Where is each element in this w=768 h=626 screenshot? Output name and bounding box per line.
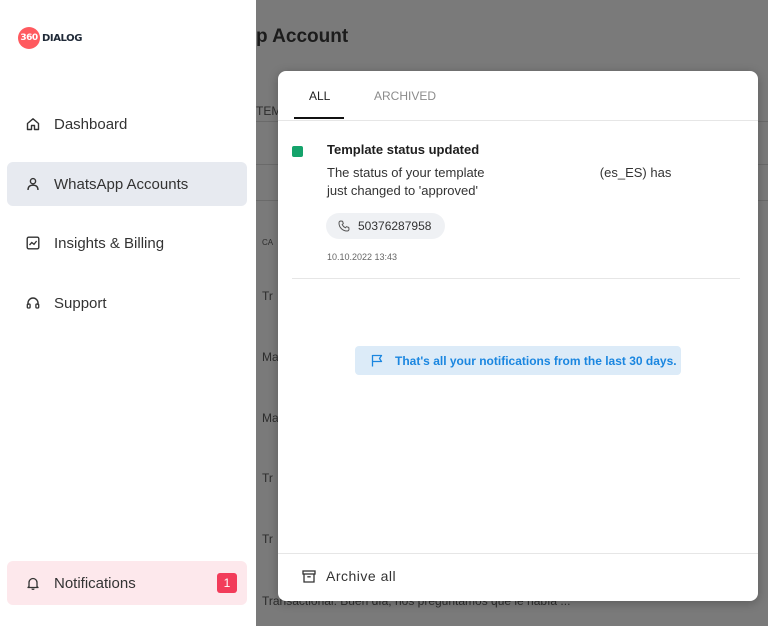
tab-archived[interactable]: ARCHIVED [374,89,436,103]
notification-body-end: just changed to 'approved' [327,183,478,198]
phone-number: 50376287958 [358,219,432,233]
archive-all-button[interactable]: Archive all [302,568,396,584]
notification-title: Template status updated [327,142,480,157]
notification-timestamp: 10.10.2022 13:43 [327,252,398,262]
info-banner: That's all your notifications from the l… [355,346,681,375]
sidebar-item-insights-billing[interactable]: Insights & Billing [7,221,247,265]
notification-count-badge: 1 [217,573,237,593]
chart-icon [25,235,41,251]
status-indicator [292,146,303,157]
logo-badge: 360 [18,27,40,49]
table-row: Tr [262,471,273,485]
sidebar-item-label: WhatsApp Accounts [54,175,189,193]
user-icon [25,176,41,192]
phone-icon [338,220,350,232]
phone-number-chip[interactable]: 50376287958 [326,213,446,239]
table-row: Ma [262,411,279,425]
flag-icon [371,354,383,367]
headset-icon [25,295,41,311]
divider [292,278,740,279]
sidebar-item-notifications[interactable]: Notifications 1 [7,561,247,605]
sidebar-item-label: Dashboard [54,115,128,133]
sidebar-item-label: Support [54,294,107,312]
notification-body: The status of your template (es_ES) has … [327,164,697,200]
sidebar-item-label: Insights & Billing [54,234,165,252]
table-row: Ma [262,350,279,364]
logo-text: DIALOG [42,32,83,44]
notification-body-start: The status of your template [327,165,485,180]
home-icon [25,116,41,132]
tab-all[interactable]: ALL [309,89,330,103]
notifications-tabs: ALL ARCHIVED [278,71,758,121]
logo[interactable]: 360 DIALOG [18,27,82,49]
notification-body-locale: (es_ES) has [599,165,672,180]
table-row: Tr [262,532,273,546]
sidebar-item-label: Notifications [54,574,136,592]
active-tab-indicator [294,117,344,119]
sidebar: 360 DIALOG Dashboard WhatsApp Accounts I… [0,0,257,626]
table-header-fragment: CA [262,238,274,247]
archive-icon [302,569,316,583]
bell-icon [25,575,41,591]
page-title: p Account [256,26,349,47]
panel-footer: Archive all [278,553,758,601]
sidebar-item-support[interactable]: Support [7,281,247,325]
notifications-panel: ALL ARCHIVED Template status updated The… [278,71,758,601]
notification-item[interactable]: Template status updated The status of yo… [278,121,758,279]
sidebar-item-whatsapp-accounts[interactable]: WhatsApp Accounts [7,162,247,206]
sidebar-item-dashboard[interactable]: Dashboard [7,102,247,146]
archive-all-label: Archive all [326,568,397,584]
table-row: Tr [262,289,273,303]
info-message: That's all your notifications from the l… [395,353,677,368]
